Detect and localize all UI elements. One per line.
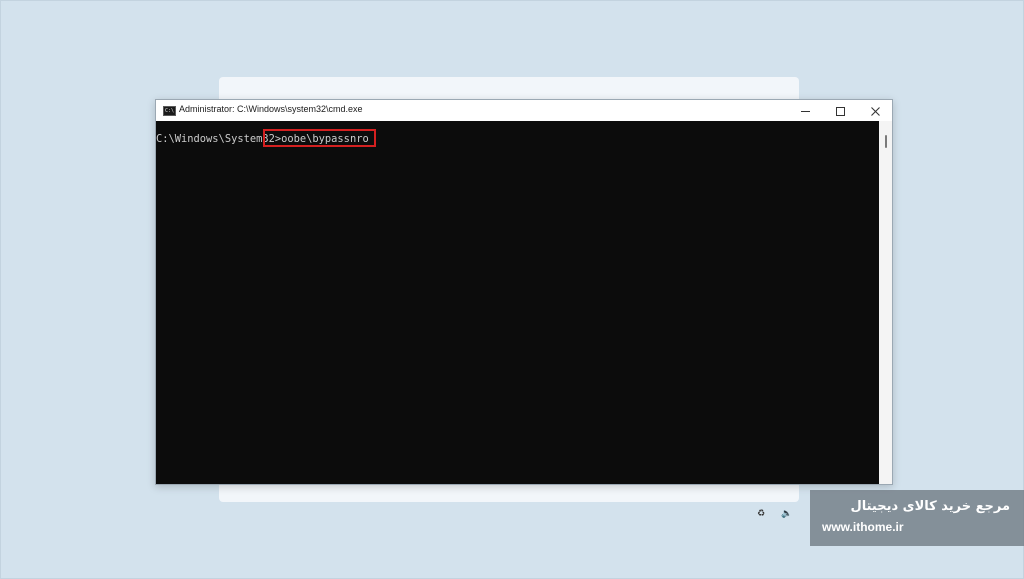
title-bar[interactable]: C:\ Administrator: C:\Windows\system32\c… (156, 100, 892, 121)
minimize-button[interactable] (788, 100, 822, 121)
scroll-thumb[interactable] (885, 135, 887, 148)
close-icon (870, 107, 880, 116)
volume-icon[interactable]: 🔈 (781, 509, 792, 519)
accessibility-icon[interactable]: ♻ (757, 509, 765, 519)
cmd-icon: C:\ (163, 106, 176, 116)
console-output[interactable]: C:\Windows\System32>oobe\bypassnro (156, 121, 879, 484)
maximize-button[interactable] (823, 100, 857, 121)
scrollbar[interactable] (879, 121, 892, 484)
command-highlight-box (263, 129, 376, 147)
watermark-url: www.ithome.ir (822, 520, 904, 534)
watermark: مرجع خرید کالای دیجیتال www.ithome.ir (810, 490, 1024, 546)
window-title: Administrator: C:\Windows\system32\cmd.e… (179, 104, 363, 114)
maximize-icon (835, 107, 845, 116)
watermark-persian-text: مرجع خرید کالای دیجیتال (850, 499, 1010, 514)
close-button[interactable] (858, 100, 892, 121)
minimize-icon (800, 111, 810, 112)
cmd-window: C:\ Administrator: C:\Windows\system32\c… (155, 99, 893, 485)
